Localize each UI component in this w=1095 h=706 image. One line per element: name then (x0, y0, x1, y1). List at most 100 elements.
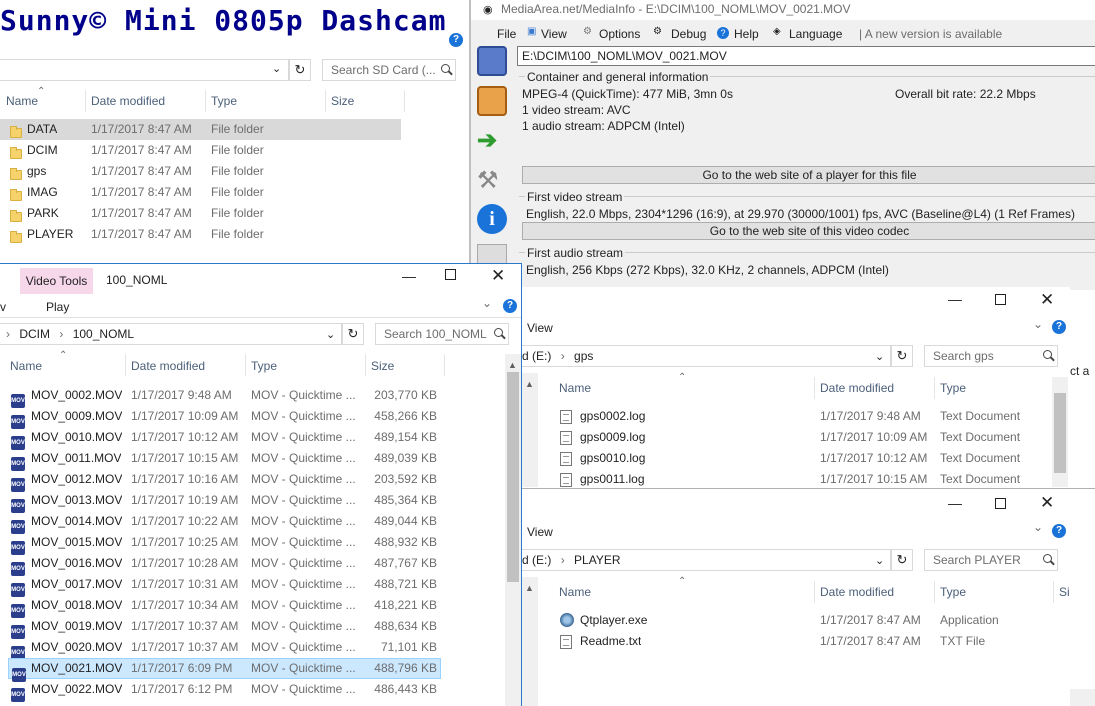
list-item[interactable]: MOV MOV_0009.MOV 1/17/2017 10:09 AM MOV - Q… (0, 406, 441, 429)
list-item[interactable]: DATA 1/17/2017 8:47 AM File folder (0, 119, 401, 140)
tab-play[interactable]: Play (46, 300, 69, 314)
menu-help[interactable]: Help (734, 27, 759, 41)
minimize-button[interactable]: — (948, 291, 962, 307)
column-date[interactable]: Date modified (131, 359, 205, 373)
list-item[interactable]: MOV MOV_0002.MOV 1/17/2017 9:48 AM MOV - Qu… (0, 385, 441, 408)
vertical-scrollbar[interactable]: ▲ (505, 354, 521, 706)
list-item[interactable]: gps0010.log 1/17/2017 10:12 AM Text Docume… (552, 448, 1052, 469)
breadcrumb-player[interactable]: PLAYER (574, 553, 620, 567)
file-path-display[interactable]: E:\DCIM\100_NOML\MOV_0021.MOV (517, 46, 1095, 66)
player-address-bar[interactable]: d (E:) › PLAYER ⌄ (522, 549, 891, 571)
list-item-selected[interactable]: MOV MOV_0021.MOV 1/17/2017 6:09 PM MOV - Qu… (8, 658, 441, 682)
minimize-button[interactable]: — (402, 268, 416, 284)
gps-search-input[interactable]: Search gps (924, 345, 1058, 367)
close-button[interactable]: ✕ (1040, 290, 1054, 310)
help-button[interactable]: ? (1052, 524, 1066, 538)
help-button[interactable]: ? (1052, 320, 1066, 334)
ribbon-expand-icon[interactable]: ⌄ (482, 296, 492, 310)
maximize-button[interactable] (995, 498, 1006, 509)
menu-language[interactable]: Language (789, 27, 842, 41)
list-item[interactable]: MOV MOV_0011.MOV 1/17/2017 10:15 AM MOV - Q… (0, 448, 441, 471)
sdcard-search-input[interactable]: Search SD Card (... (322, 59, 456, 81)
help-button[interactable]: ? (503, 299, 517, 313)
scroll-up-arrow[interactable]: ▲ (525, 583, 534, 593)
new-version-notice[interactable]: | A new version is available (859, 27, 1002, 41)
scrollbar-thumb[interactable] (507, 372, 519, 582)
list-item[interactable]: Readme.txt 1/17/2017 8:47 AM TXT File (552, 631, 1052, 652)
minimize-button[interactable]: — (948, 495, 962, 511)
preferences-icon[interactable]: ⚒ (477, 166, 507, 196)
tab-video-tools[interactable]: Video Tools (20, 268, 93, 294)
list-item[interactable]: IMAG 1/17/2017 8:47 AM File folder (0, 182, 469, 203)
chevron-down-icon[interactable]: ⌄ (875, 551, 884, 571)
codec-website-button[interactable]: Go to the web site of this video codec (522, 222, 1095, 240)
column-type[interactable]: Type (940, 381, 966, 395)
list-item[interactable]: gps0009.log 1/17/2017 10:09 AM Text Docume… (552, 427, 1052, 448)
list-item[interactable]: PLAYER 1/17/2017 8:47 AM File folder (0, 224, 469, 245)
close-button[interactable]: ✕ (1040, 493, 1054, 513)
list-item[interactable]: MOV MOV_0016.MOV 1/17/2017 10:28 AM MOV - Q… (0, 553, 441, 576)
tab-view[interactable]: View (527, 321, 553, 335)
column-type[interactable]: Type (251, 359, 277, 373)
scroll-up-arrow[interactable]: ▲ (525, 379, 534, 389)
column-size[interactable]: Size (331, 94, 354, 108)
list-item[interactable]: MOV MOV_0012.MOV 1/17/2017 10:16 AM MOV - Q… (0, 469, 441, 492)
maximize-button[interactable] (995, 294, 1006, 305)
chevron-down-icon[interactable]: ⌄ (326, 325, 335, 345)
open-file-icon[interactable] (477, 46, 507, 76)
menu-view[interactable]: View (541, 27, 567, 41)
menu-options[interactable]: Options (599, 27, 640, 41)
gps-address-bar[interactable]: d (E:) › gps ⌄ (522, 345, 891, 367)
list-item[interactable]: gps 1/17/2017 8:47 AM File folder (0, 161, 469, 182)
column-name[interactable]: Name (559, 585, 591, 599)
breadcrumb-100-noml[interactable]: 100_NOML (73, 327, 134, 341)
maximize-button[interactable] (445, 269, 456, 280)
list-item[interactable]: MOV MOV_0013.MOV 1/17/2017 10:19 AM MOV - Q… (0, 490, 441, 513)
column-size[interactable]: Si (1059, 585, 1070, 599)
refresh-button[interactable]: ↻ (891, 345, 913, 367)
refresh-button[interactable]: ↻ (891, 549, 913, 571)
menu-debug[interactable]: Debug (671, 27, 706, 41)
column-name[interactable]: Name (10, 359, 42, 373)
tab-view[interactable]: View (527, 525, 553, 539)
refresh-button[interactable]: ↻ (289, 59, 311, 81)
list-item[interactable]: MOV MOV_0017.MOV 1/17/2017 10:31 AM MOV - Q… (0, 574, 441, 597)
export-icon[interactable]: ➔ (477, 126, 507, 156)
list-item[interactable]: MOV MOV_0019.MOV 1/17/2017 10:37 AM MOV - Q… (0, 616, 441, 639)
player-search-input[interactable]: Search PLAYER (924, 549, 1058, 571)
noml-search-input[interactable]: Search 100_NOML (375, 323, 509, 345)
list-item[interactable]: MOV MOV_0014.MOV 1/17/2017 10:22 AM MOV - Q… (0, 511, 441, 534)
column-name[interactable]: Name (559, 381, 591, 395)
help-button[interactable]: ? (449, 33, 463, 47)
close-button[interactable]: ✕ (491, 266, 505, 286)
column-date[interactable]: Date modified (91, 94, 165, 108)
player-website-button[interactable]: Go to the web site of a player for this … (522, 166, 1095, 184)
vertical-scrollbar[interactable] (1052, 377, 1068, 487)
list-item[interactable]: MOV MOV_0010.MOV 1/17/2017 10:12 AM MOV - Q… (0, 427, 441, 450)
scroll-up-arrow[interactable]: ▲ (508, 360, 517, 370)
ribbon-expand-icon[interactable]: ⌄ (1033, 520, 1043, 534)
list-item[interactable]: PARK 1/17/2017 8:47 AM File folder (0, 203, 469, 224)
bottom-scroll-strip[interactable] (1070, 689, 1095, 706)
noml-address-bar[interactable]: › DCIM › 100_NOML ⌄ (0, 323, 342, 345)
column-name[interactable]: Name (6, 94, 38, 108)
column-date[interactable]: Date modified (820, 381, 894, 395)
column-size[interactable]: Size (371, 359, 394, 373)
column-date[interactable]: Date modified (820, 585, 894, 599)
breadcrumb-dcim[interactable]: DCIM (19, 327, 50, 341)
open-folder-icon[interactable] (477, 86, 507, 116)
refresh-button[interactable]: ↻ (342, 323, 364, 345)
list-item[interactable]: DCIM 1/17/2017 8:47 AM File folder (0, 140, 469, 161)
column-type[interactable]: Type (940, 585, 966, 599)
list-item[interactable]: gps0011.log 1/17/2017 10:15 AM Text Docume… (552, 469, 1052, 487)
chevron-down-icon[interactable]: ⌄ (875, 347, 884, 367)
list-item[interactable]: Qtplayer.exe 1/17/2017 8:47 AM Application (552, 610, 1052, 631)
scrollbar-thumb[interactable] (1054, 393, 1066, 473)
menu-file[interactable]: File (497, 27, 516, 41)
list-item[interactable]: MOV MOV_0020.MOV 1/17/2017 10:37 AM MOV - Q… (0, 637, 441, 660)
about-icon[interactable]: i (477, 204, 507, 234)
breadcrumb-gps[interactable]: gps (574, 349, 593, 363)
list-item[interactable]: MOV MOV_0018.MOV 1/17/2017 10:34 AM MOV - Q… (0, 595, 441, 618)
list-item[interactable]: gps0002.log 1/17/2017 9:48 AM Text Documen… (552, 406, 1052, 427)
list-item[interactable]: MOV MOV_0015.MOV 1/17/2017 10:25 AM MOV - Q… (0, 532, 441, 555)
